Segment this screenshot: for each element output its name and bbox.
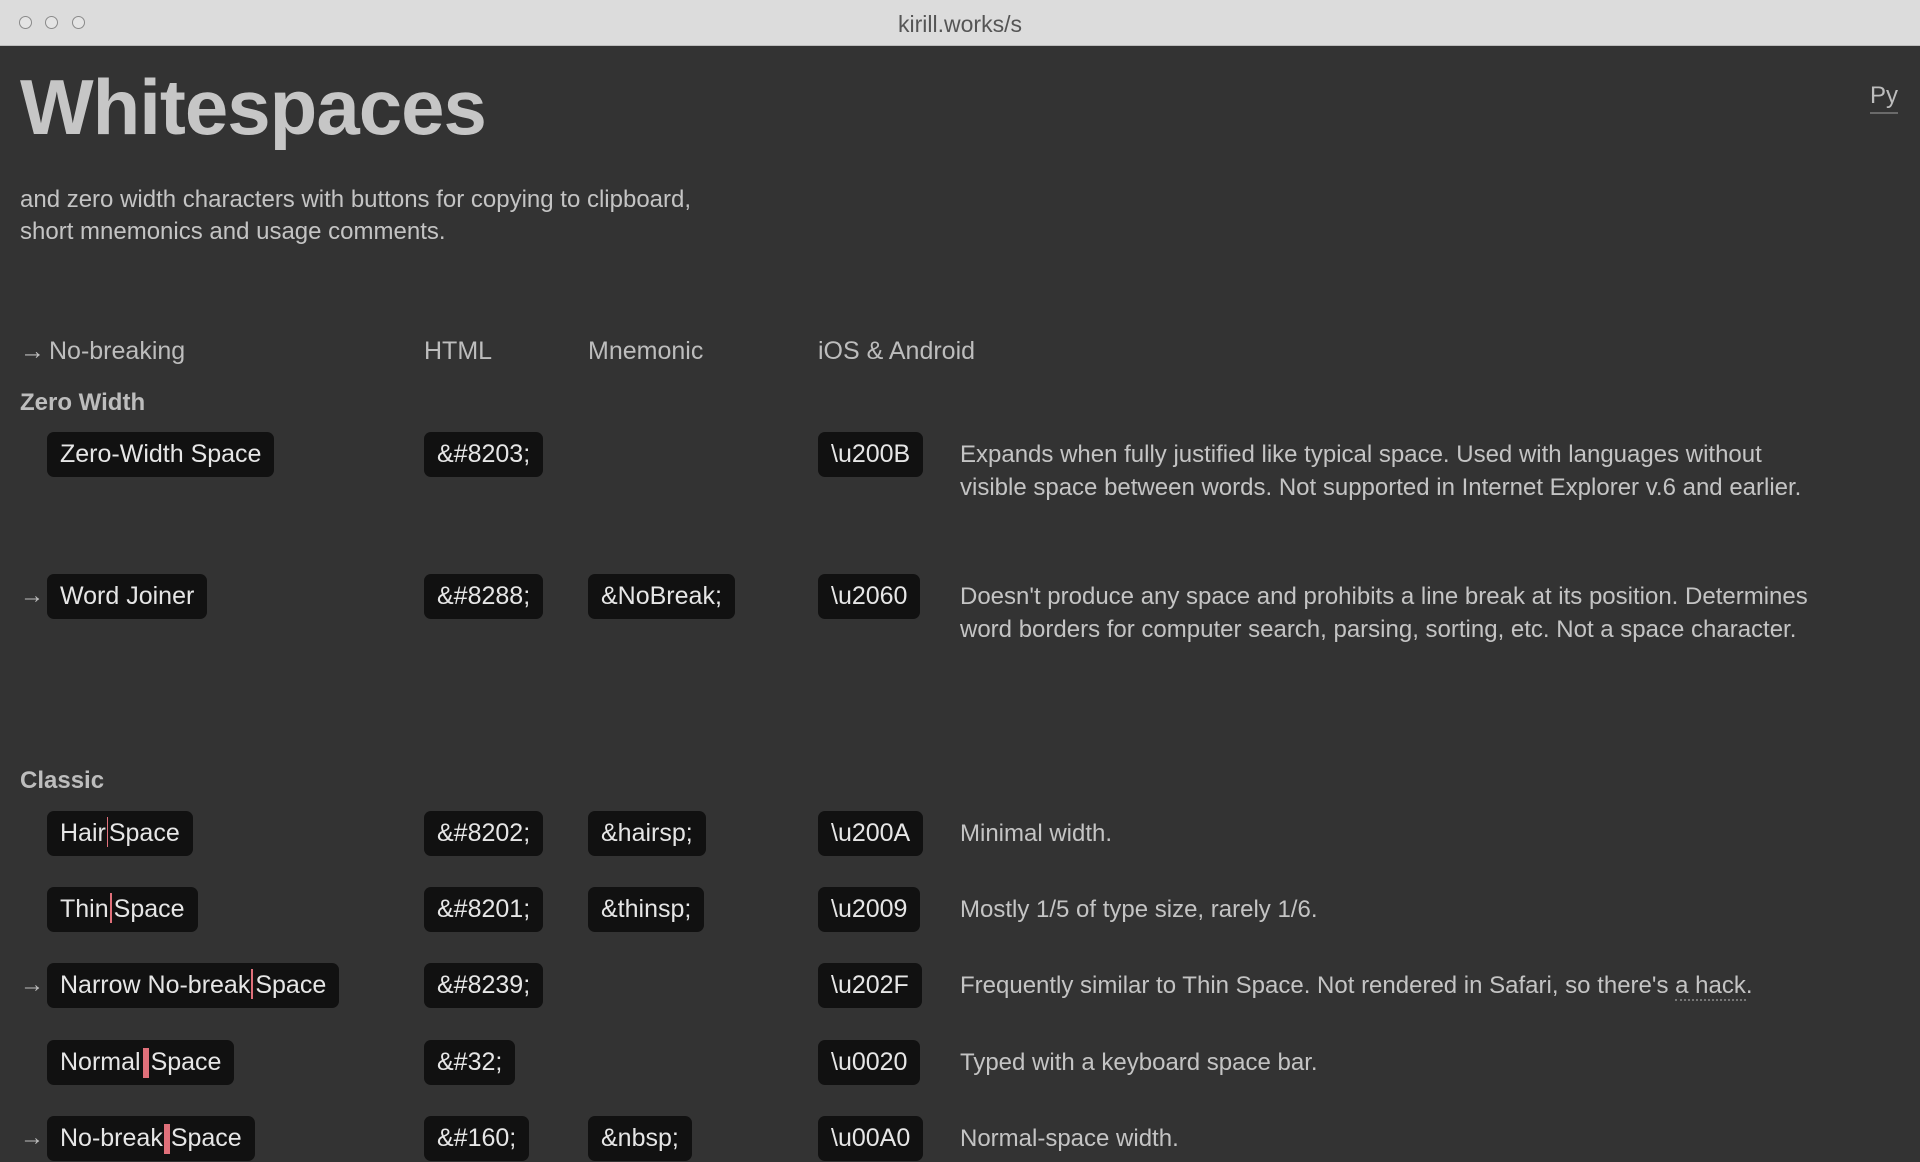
row-description: Typed with a keyboard space bar. — [960, 1049, 1318, 1076]
row-description: Frequently similar to Thin Space. Not re… — [960, 969, 1830, 1002]
row-description: Normal-space width. — [960, 1125, 1179, 1152]
row-description: Mostly 1/5 of type size, rarely 1/6. — [960, 896, 1318, 923]
column-header-no-breaking-label: No-breaking — [49, 337, 186, 365]
copy-normal-space-button[interactable]: Normal Space — [47, 1040, 235, 1085]
subtitle-line-1: and zero width characters with buttons f… — [20, 186, 692, 213]
row-description-text: Frequently similar to Thin Space. Not re… — [960, 972, 1676, 999]
copy-no-break-space-button[interactable]: No-break Space — [47, 1116, 255, 1161]
window-title: kirill.works/s — [898, 11, 1022, 37]
window-titlebar: kirill.works/s — [0, 0, 1920, 46]
space-name-part: Hair — [60, 819, 106, 847]
space-name-part: Narrow No-break — [60, 971, 251, 999]
table-row: Hair Space &#8202; &hairsp; \u200A Minima… — [0, 811, 1920, 857]
copy-mnemonic-button[interactable]: &nbsp; — [588, 1116, 692, 1161]
copy-unicode-escape-button[interactable]: \u202F — [818, 963, 922, 1008]
copy-mnemonic-button[interactable]: &hairsp; — [588, 811, 706, 856]
copy-mnemonic-button[interactable]: &NoBreak; — [588, 574, 735, 619]
copy-hair-space-button[interactable]: Hair Space — [47, 811, 193, 856]
row-description: Expands when fully justified like typica… — [960, 441, 1802, 501]
space-name-part: Thin — [60, 895, 109, 923]
section-title-classic: Classic — [20, 767, 105, 794]
section-title-zero-width: Zero Width — [20, 389, 146, 416]
copy-mnemonic-button[interactable]: &thinsp; — [588, 887, 705, 932]
page-subtitle: and zero width characters with buttons f… — [20, 184, 780, 248]
arrow-icon: → — [20, 337, 45, 365]
copy-unicode-escape-button[interactable]: \u200B — [818, 432, 924, 477]
copy-html-entity-button[interactable]: &#160; — [424, 1116, 530, 1161]
copy-html-entity-button[interactable]: &#8203; — [424, 432, 544, 477]
row-description: Doesn't produce any space and prohibits … — [960, 583, 1808, 643]
copy-html-entity-button[interactable]: &#8288; — [424, 574, 544, 619]
column-header-html: HTML — [424, 337, 493, 365]
space-name-part: Normal — [60, 1048, 141, 1076]
table-row: → No-break Space &#160; &nbsp; \u00A0 Nor… — [0, 1116, 1920, 1162]
page-title: Whitespaces — [20, 63, 487, 151]
table-row: Thin Space &#8201; &thinsp; \u2009 Mostly… — [0, 887, 1920, 933]
row-description-end: . — [1745, 972, 1753, 999]
copy-zero-width-space-button[interactable]: Zero-Width Space — [47, 432, 275, 477]
hack-link[interactable]: a hack — [1675, 972, 1746, 1001]
table-row: Normal Space &#32; \u0020 Typed with a ke… — [0, 1040, 1920, 1086]
space-name-part: Space — [150, 1048, 222, 1076]
table-row: → Word Joiner &#8288; &NoBreak; \u2060 D… — [0, 574, 1920, 643]
copy-unicode-escape-button[interactable]: \u2009 — [818, 887, 921, 932]
space-width-caret — [163, 1124, 170, 1155]
language-switch-link[interactable]: Py — [1869, 82, 1898, 114]
copy-html-entity-button[interactable]: &#32; — [424, 1040, 516, 1085]
column-header-mnemonic: Mnemonic — [588, 337, 704, 365]
copy-unicode-escape-button[interactable]: \u200A — [818, 811, 924, 856]
copy-html-entity-button[interactable]: &#8239; — [424, 963, 544, 1008]
copy-thin-space-button[interactable]: Thin Space — [47, 887, 198, 932]
copy-html-entity-button[interactable]: &#8202; — [424, 811, 544, 856]
copy-unicode-escape-button[interactable]: \u00A0 — [818, 1116, 924, 1161]
copy-narrow-no-break-space-button[interactable]: Narrow No-break Space — [47, 963, 340, 1008]
space-name-part: Space — [113, 895, 185, 923]
space-name-part: No-break — [60, 1124, 163, 1152]
copy-unicode-escape-button[interactable]: \u0020 — [818, 1040, 921, 1085]
no-breaking-arrow-icon: → — [20, 971, 44, 998]
column-header-ios-android: iOS & Android — [818, 337, 976, 365]
copy-unicode-escape-button[interactable]: \u2060 — [818, 574, 921, 619]
column-header-no-breaking: → No-breaking — [20, 337, 185, 366]
copy-word-joiner-button[interactable]: Word Joiner — [47, 574, 208, 619]
copy-html-entity-button[interactable]: &#8201; — [424, 887, 544, 932]
space-name-part: Space — [255, 971, 327, 999]
no-breaking-arrow-icon: → — [20, 582, 44, 609]
space-width-caret — [142, 1048, 149, 1079]
subtitle-line-2: short mnemonics and usage comments. — [20, 218, 446, 245]
table-row: → Narrow No-break Space &#8239; \u202F Fr… — [0, 963, 1920, 1009]
table-row: Zero-Width Space &#8203; \u200B Expands … — [0, 432, 1920, 501]
space-name-part: Space — [108, 819, 180, 847]
space-name-part: Space — [170, 1124, 242, 1152]
row-description: Minimal width. — [960, 820, 1113, 847]
no-breaking-arrow-icon: → — [20, 1124, 44, 1151]
